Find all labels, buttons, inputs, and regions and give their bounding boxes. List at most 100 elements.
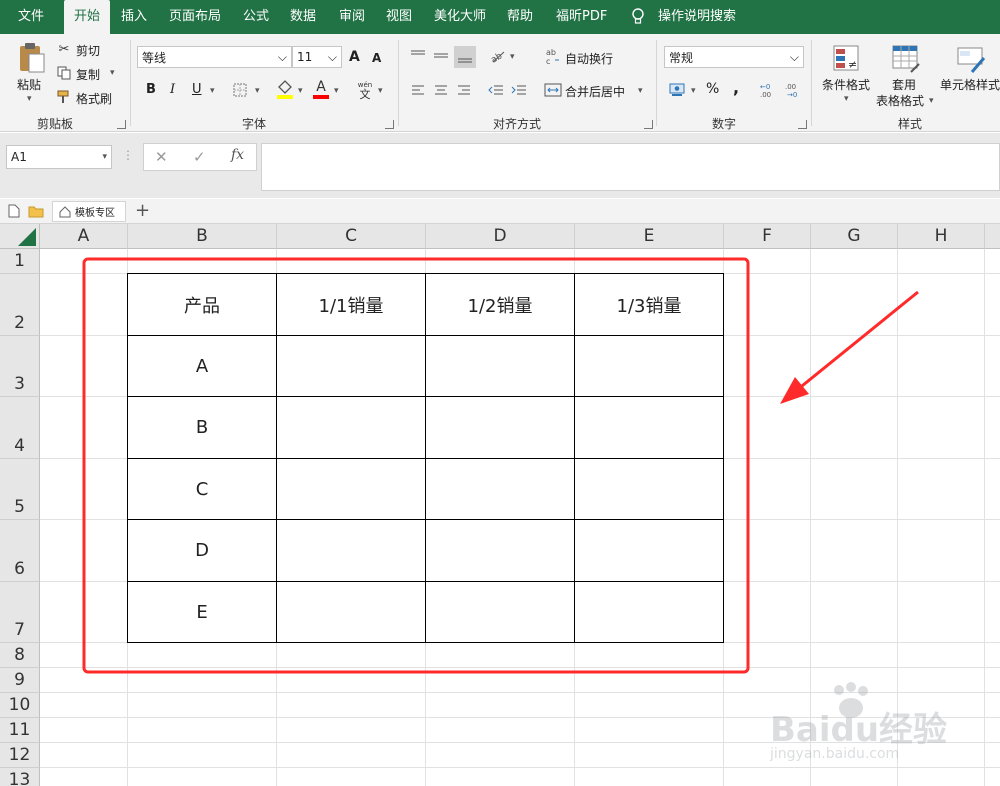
svg-text:←0: ←0 [760,83,770,91]
tab-review[interactable]: 审阅 [339,0,365,34]
tab-help[interactable]: 帮助 [507,0,533,34]
font-launcher-icon[interactable] [385,120,394,129]
group-separator [130,40,131,126]
tab-data[interactable]: 数据 [290,0,316,34]
align-right-icon[interactable] [454,80,474,100]
tab-page-layout[interactable]: 页面布局 [169,0,221,34]
orientation-icon[interactable]: ab [487,46,509,66]
tab-foxit-pdf[interactable]: 福昕PDF [556,0,607,34]
merge-dropdown-icon[interactable]: ▾ [638,86,643,96]
copy-icon[interactable] [56,65,72,81]
cut-icon[interactable]: ✂ [56,41,72,57]
merge-center-icon[interactable] [543,80,563,100]
insert-function-button[interactable]: fx [231,147,244,163]
font-group-label: 字体 [242,117,267,131]
percent-button[interactable]: % [706,81,719,97]
cancel-icon[interactable]: ✕ [155,148,168,166]
cell-styles-icon[interactable] [954,42,988,76]
fill-color-dropdown-icon[interactable]: ▾ [298,86,303,96]
decrease-decimal-icon[interactable]: .00 →0 [783,80,803,100]
comma-button[interactable]: , [733,78,739,97]
shrink-font-icon[interactable]: A [372,51,381,65]
font-color-dropdown-icon[interactable]: ▾ [334,86,339,96]
tab-insert[interactable]: 插入 [121,0,147,34]
align-center-icon[interactable] [431,80,451,100]
font-name-value: 等线 [142,50,167,65]
phonetic-dropdown-icon[interactable]: ▾ [378,86,383,96]
name-box[interactable]: A1 ▾ [6,145,112,169]
italic-button[interactable]: I [170,82,175,97]
tell-me-search[interactable]: 操作说明搜索 [658,0,736,34]
svg-text:c: c [546,57,550,65]
menu-bar: 文件 开始 插入 页面布局 公式 数据 审阅 视图 美化大师 帮助 福昕PDF … [0,0,1000,34]
bold-button[interactable]: B [146,82,156,97]
fill-color-icon[interactable] [276,78,294,100]
decrease-indent-icon[interactable] [486,80,506,100]
font-color-swatch [313,94,329,99]
number-group-label: 数字 [712,117,737,131]
tab-formulas[interactable]: 公式 [243,0,269,34]
format-table-dropdown-icon[interactable]: ▾ [929,96,934,106]
clipboard-launcher-icon[interactable] [117,120,126,129]
template-zone-tab[interactable]: 模板专区 [52,201,126,222]
clipboard-group-label: 剪贴板 [37,117,74,131]
accounting-dropdown-icon[interactable]: ▾ [691,86,696,96]
merge-center-button[interactable]: 合并后居中 [565,83,625,100]
wrap-text-button[interactable]: 自动换行 [565,50,613,67]
format-table-label-2[interactable]: 表格格式 [876,92,924,109]
open-folder-icon[interactable] [27,203,45,219]
underline-dropdown-icon[interactable]: ▾ [210,86,215,96]
number-format-select[interactable]: 常规 ⌵ [664,46,804,68]
align-bottom-icon[interactable] [454,46,476,68]
border-icon[interactable] [232,82,248,98]
add-tab-button[interactable]: + [135,200,150,221]
paste-icon[interactable] [14,40,48,74]
copy-dropdown-icon[interactable]: ▾ [110,68,115,78]
conditional-dropdown-icon[interactable]: ▾ [844,94,849,104]
tab-view[interactable]: 视图 [386,0,412,34]
alignment-launcher-icon[interactable] [644,120,653,129]
format-as-table-icon[interactable] [889,42,923,76]
copy-button[interactable]: 复制 [76,66,100,83]
cut-button[interactable]: 剪切 [76,42,100,59]
increase-decimal-icon[interactable]: ←0.00 [758,80,778,100]
format-painter-button[interactable]: 格式刷 [76,90,112,107]
border-dropdown-icon[interactable]: ▾ [255,86,260,96]
underline-button[interactable]: U [192,82,202,97]
conditional-format-icon[interactable]: ≠ [830,42,864,76]
conditional-format-button[interactable]: 条件格式 [822,76,870,93]
font-size-select[interactable]: 11 ⌵ [292,46,342,68]
orientation-dropdown-icon[interactable]: ▾ [510,52,515,62]
phonetic-guide-icon[interactable]: wén 文 [356,80,374,100]
align-middle-icon[interactable] [431,46,451,66]
formula-input[interactable] [261,143,1000,191]
chevron-down-icon: ⌵ [327,49,337,64]
tab-file[interactable]: 文件 [18,0,44,34]
wrap-text-icon[interactable]: ab c [544,46,562,66]
align-left-icon[interactable] [408,80,428,100]
styles-group-label: 样式 [898,117,923,131]
font-size-value: 11 [297,50,313,64]
paste-button[interactable]: 粘贴 [17,76,41,93]
paste-dropdown-icon[interactable]: ▾ [27,94,32,104]
format-table-label-1[interactable]: 套用 [892,76,916,93]
formula-bar: A1 ▾ ⋮ ✕ ✓ fx [0,133,1000,198]
spreadsheet-grid[interactable]: A B C D E F G H 1 2 3 4 5 6 7 8 9 10 11 … [0,224,1000,786]
accounting-format-icon[interactable] [666,80,688,100]
tab-beautify[interactable]: 美化大师 [434,0,486,34]
watermark: Baidu经验 jingyan.baidu.com [770,682,990,772]
svg-text:≠: ≠ [848,58,857,71]
format-painter-icon[interactable] [56,89,72,105]
group-separator [656,40,657,126]
grow-font-icon[interactable]: A [349,49,360,65]
number-format-value: 常规 [669,50,694,65]
increase-indent-icon[interactable] [509,80,529,100]
new-file-icon[interactable] [6,203,22,219]
align-top-icon[interactable] [408,46,428,66]
font-color-icon[interactable]: A [312,78,330,100]
enter-icon[interactable]: ✓ [193,148,206,166]
font-name-select[interactable]: 等线 ⌵ [137,46,292,68]
number-launcher-icon[interactable] [798,120,807,129]
tab-home[interactable]: 开始 [64,0,110,34]
cell-styles-button[interactable]: 单元格样式 [940,76,1000,93]
